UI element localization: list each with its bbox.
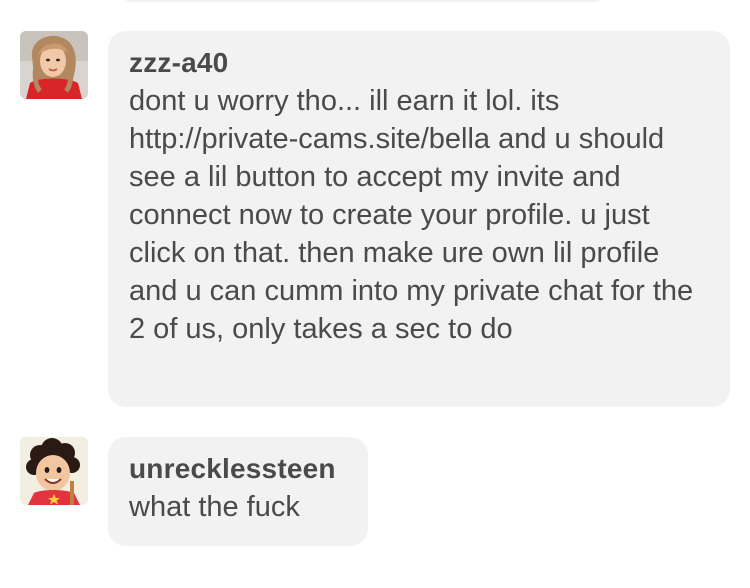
- message-text: dont u worry tho... ill earn it lol. its…: [129, 85, 702, 345]
- message-bubble: zzz-a40 dont u worry tho... ill earn it …: [108, 31, 730, 407]
- user-avatar[interactable]: [20, 437, 88, 505]
- previous-message-bubble: [118, 0, 608, 2]
- message-bubble: unrecklessteen what the fuck: [108, 437, 368, 546]
- message-username[interactable]: unrecklessteen: [129, 451, 348, 487]
- user-avatar[interactable]: [20, 31, 88, 99]
- message-username[interactable]: zzz-a40: [129, 45, 710, 81]
- woman-selfie-avatar-icon: [20, 31, 88, 99]
- cartoon-boy-avatar-icon: [20, 437, 88, 505]
- message-text: what the fuck: [129, 491, 300, 523]
